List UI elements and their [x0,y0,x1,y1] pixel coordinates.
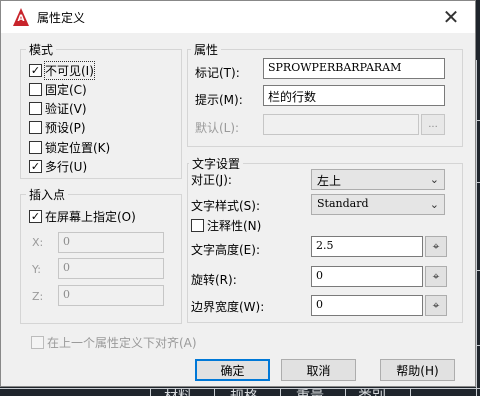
mode-legend: 模式 [26,41,57,58]
checkbox-verify-box[interactable] [29,102,42,115]
checkbox-annotative-box[interactable] [191,219,204,232]
x-input[interactable]: 0 [58,232,164,253]
cad-table-line [476,120,480,121]
y-label: Y: [32,263,41,276]
y-input[interactable]: 0 [58,258,164,279]
checkbox-multiline[interactable]: ✓ 多行(U) [29,158,87,175]
checkbox-invisible-label: 不可见(I) [44,61,95,80]
checkbox-specify-on-screen[interactable]: ✓ 在屏幕上指定(O) [29,208,136,225]
checkbox-preset-label: 预设(P) [45,121,86,135]
checkbox-preset[interactable]: 预设(P) [29,119,86,136]
cad-table-line [345,388,346,396]
text-style-select[interactable]: Standard ⌄ [311,194,445,215]
dialog-title: 属性定义 [37,11,86,25]
cad-table-line [476,270,480,271]
tag-input[interactable]: SPROWPERBARPARAM [263,58,445,79]
cad-label: 重量 [296,386,324,396]
justification-value: 左上 [317,174,342,188]
rotation-input[interactable]: 0 [311,266,423,287]
boundary-width-input[interactable]: 0 [311,295,423,316]
crosshair-icon: ⌖ [432,298,440,312]
crosshair-icon: ⌖ [432,269,440,283]
rotation-label: 旋转(R): [191,273,237,287]
text-style-value: Standard [317,197,369,210]
default-label: 默认(L): [195,121,240,135]
help-button[interactable]: 帮助(H) [380,359,455,381]
prompt-label: 提示(M): [195,93,243,107]
checkbox-constant[interactable]: 固定(C) [29,81,87,98]
tag-label: 标记(T): [195,66,240,80]
autocad-logo-icon: A [13,8,29,26]
default-input[interactable] [263,114,419,135]
x-label: X: [32,236,44,249]
checkbox-invisible-box[interactable]: ✓ [29,64,42,77]
pick-height-button[interactable]: ⌖ [425,236,447,257]
cancel-button[interactable]: 取消 [281,359,356,381]
z-label: Z: [32,290,44,303]
close-icon: ✕ [442,5,460,29]
cad-table-line [476,345,480,346]
ok-button[interactable]: 确定 [195,359,270,381]
text-settings-legend: 文字设置 [189,155,244,172]
attribute-definition-dialog: A 属性定义 ✕ 模式 ✓ 不可见(I) 固定(C) 验证(V) 预设(P) 锁… [0,0,476,387]
text-height-input[interactable]: 2.5 [311,236,423,257]
checkbox-lock-position-label: 锁定位置(K) [45,141,111,155]
justification-label: 对正(J): [191,173,232,187]
checkbox-invisible[interactable]: ✓ 不可见(I) [29,61,95,80]
cad-label: 规格 [230,386,258,396]
checkbox-multiline-box[interactable]: ✓ [29,160,42,173]
insert-field-button[interactable]: ... [421,114,445,135]
checkbox-specify-on-screen-box[interactable]: ✓ [29,210,42,223]
checkbox-annotative[interactable]: 注释性(N) [191,217,261,234]
checkbox-lock-position-box[interactable] [29,141,42,154]
prompt-input[interactable]: 栏的行数 [263,85,445,106]
checkbox-align-below-previous[interactable]: 在上一个属性定义下对齐(A) [31,334,197,351]
checkbox-preset-box[interactable] [29,121,42,134]
text-style-label: 文字样式(S): [191,199,261,213]
cad-table-line [214,388,215,396]
checkbox-constant-box[interactable] [29,83,42,96]
chevron-down-icon: ⌄ [429,198,439,211]
checkbox-align-below-previous-label: 在上一个属性定义下对齐(A) [47,336,197,350]
attribute-legend: 属性 [191,41,222,58]
justification-select[interactable]: 左上 ⌄ [311,169,445,190]
checkbox-verify-label: 验证(V) [45,102,87,116]
pick-boundary-width-button[interactable]: ⌖ [425,295,447,316]
insertion-point-legend: 插入点 [26,186,69,203]
cad-label: 类别 [358,386,386,396]
title-bar[interactable]: A 属性定义 ✕ [1,1,475,33]
pick-rotation-button[interactable]: ⌖ [425,266,447,287]
checkbox-specify-on-screen-label: 在屏幕上指定(O) [45,210,136,224]
checkbox-annotative-label: 注释性(N) [207,219,262,233]
cad-table-line [410,388,411,396]
cad-table-line [280,388,281,396]
checkbox-lock-position[interactable]: 锁定位置(K) [29,139,110,156]
checkbox-verify[interactable]: 验证(V) [29,100,87,117]
cad-table-line [476,182,480,183]
cad-table-line [150,388,151,396]
close-button[interactable]: ✕ [431,3,471,31]
z-input[interactable]: 0 [58,285,164,306]
cad-label: 材料 [164,386,192,396]
crosshair-icon: ⌖ [432,239,440,253]
checkbox-constant-label: 固定(C) [45,83,87,97]
checkbox-multiline-label: 多行(U) [45,160,88,174]
boundary-width-label: 边界宽度(W): [191,300,265,314]
chevron-down-icon: ⌄ [429,173,439,186]
checkbox-align-below-previous-box[interactable] [31,336,44,349]
text-height-label: 文字高度(E): [191,243,260,257]
